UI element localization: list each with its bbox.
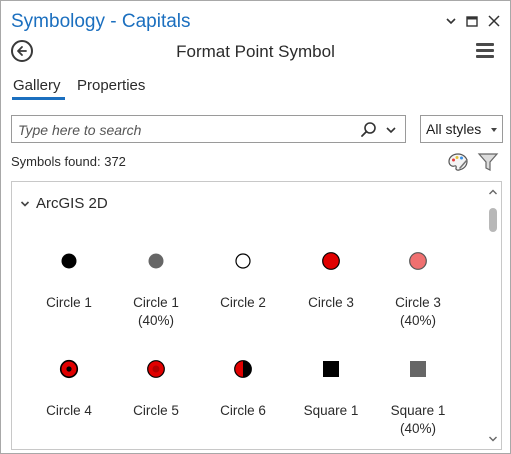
- scrollbar-thumb[interactable]: [489, 208, 497, 232]
- tab-properties[interactable]: Properties: [77, 77, 145, 94]
- circle-black-icon: [26, 248, 112, 274]
- symbols-found-count: Symbols found: 372: [11, 154, 126, 169]
- symbol-label: Circle 3: [395, 295, 441, 310]
- symbol-item[interactable]: Circle 2: [200, 248, 286, 312]
- symbol-item[interactable]: Circle 4: [26, 356, 112, 420]
- symbol-label: Circle 4: [46, 403, 92, 418]
- circle-hollow-icon: [200, 248, 286, 274]
- active-tab-indicator: [12, 97, 65, 100]
- search-options-chevron-icon[interactable]: [384, 123, 398, 137]
- circle-red-dot-icon: [113, 356, 199, 382]
- symbol-item[interactable]: Square 1 (40%): [375, 356, 461, 438]
- circle-bullseye-icon: [26, 356, 112, 382]
- search-icon[interactable]: [360, 121, 378, 139]
- hamburger-menu-icon[interactable]: [476, 43, 494, 58]
- search-box: [11, 115, 406, 143]
- close-icon[interactable]: [486, 13, 502, 29]
- gallery-scrollbar[interactable]: [485, 182, 501, 449]
- symbol-item[interactable]: Circle 1: [26, 248, 112, 312]
- symbol-label: Circle 1: [133, 295, 179, 310]
- symbol-item[interactable]: Circle 6: [200, 356, 286, 420]
- scroll-down-icon[interactable]: [488, 435, 498, 443]
- symbol-label: Circle 1: [46, 295, 92, 310]
- dropdown-caret-icon: [491, 128, 497, 132]
- tab-gallery[interactable]: Gallery: [13, 77, 61, 94]
- symbol-sublabel: (40%): [399, 421, 436, 436]
- symbol-sublabel: (40%): [399, 313, 436, 328]
- square-black-icon: [288, 356, 374, 382]
- symbol-item[interactable]: Circle 3 (40%): [375, 248, 461, 330]
- symbol-label: Circle 3: [308, 295, 354, 310]
- circle-gray-icon: [113, 248, 199, 274]
- symbol-label: Circle 6: [220, 403, 266, 418]
- gallery-group-header[interactable]: ArcGIS 2D: [20, 195, 108, 212]
- symbol-item[interactable]: Circle 5: [113, 356, 199, 420]
- symbol-label: Square 1: [303, 403, 359, 418]
- symbol-label: Circle 5: [133, 403, 179, 418]
- circle-red-icon: [288, 248, 374, 274]
- styles-dropdown-value: All styles: [426, 121, 482, 137]
- scroll-up-icon[interactable]: [488, 188, 498, 196]
- symbol-item[interactable]: Circle 1 (40%): [113, 248, 199, 330]
- styles-dropdown[interactable]: All styles: [420, 115, 503, 143]
- page-title: Format Point Symbol: [176, 42, 335, 61]
- square-gray-icon: [375, 356, 461, 382]
- filter-icon[interactable]: [477, 151, 499, 173]
- chevron-down-icon: [20, 200, 30, 207]
- maximize-icon[interactable]: [464, 13, 480, 29]
- symbol-item[interactable]: Square 1: [288, 356, 374, 420]
- chevron-down-icon[interactable]: [443, 13, 459, 29]
- symbol-gallery: ArcGIS 2D Circle 1 Circle 1 (40%) Circle …: [11, 181, 502, 450]
- symbol-label: Square 1: [390, 403, 446, 418]
- circle-half-icon: [200, 356, 286, 382]
- symbol-item[interactable]: Circle 3: [288, 248, 374, 312]
- search-input[interactable]: [18, 120, 348, 140]
- pane-title: Symbology - Capitals: [11, 11, 191, 32]
- palette-icon[interactable]: [447, 151, 469, 173]
- symbol-label: Circle 2: [220, 295, 266, 310]
- gallery-group-label: ArcGIS 2D: [36, 195, 108, 212]
- symbology-pane: Symbology - Capitals Format Point Symbol…: [0, 0, 511, 454]
- symbol-sublabel: (40%): [137, 313, 174, 328]
- circle-light-red-icon: [375, 248, 461, 274]
